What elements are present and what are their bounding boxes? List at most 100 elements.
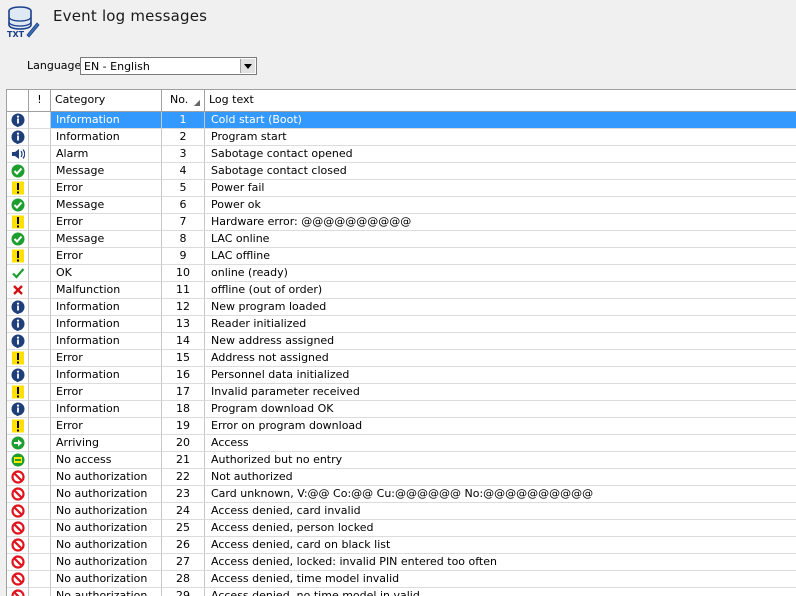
row-flag-cell [29, 299, 51, 316]
row-icon-cell [7, 418, 29, 435]
table-row[interactable]: No authorization 28 Access denied, time mo… [7, 571, 796, 588]
table-row[interactable]: Information 2 Program start [7, 129, 796, 146]
row-icon-cell [7, 282, 29, 299]
row-category: No authorization [51, 520, 162, 537]
row-icon-cell [7, 486, 29, 503]
row-icon-cell [7, 316, 29, 333]
row-flag-cell [29, 197, 51, 214]
row-icon-cell [7, 112, 29, 129]
prohibited-icon [11, 572, 25, 586]
table-row[interactable]: Message 6 Power ok [7, 197, 796, 214]
row-flag-cell [29, 588, 51, 596]
row-number: 17 [162, 384, 205, 401]
table-row[interactable]: No authorization 24 Access denied, card in… [7, 503, 796, 520]
table-row[interactable]: Message 8 LAC online [7, 231, 796, 248]
row-flag-cell [29, 384, 51, 401]
column-header-no[interactable]: No. ◢ [162, 90, 205, 111]
column-header-icon[interactable] [7, 90, 29, 111]
table-row[interactable]: No authorization 27 Access denied, locked:… [7, 554, 796, 571]
table-row[interactable]: Error 7 Hardware error: @@@@@@@@@@ [7, 214, 796, 231]
row-category: Malfunction [51, 282, 162, 299]
table-row[interactable]: Information 14 New address assigned [7, 333, 796, 350]
row-flag-cell [29, 435, 51, 452]
row-flag-cell [29, 214, 51, 231]
row-category: Information [51, 316, 162, 333]
svg-text:TXT: TXT [7, 30, 25, 38]
row-icon-cell [7, 503, 29, 520]
table-row[interactable]: No authorization 25 Access denied, person … [7, 520, 796, 537]
row-log-text: Sabotage contact closed [205, 163, 796, 180]
info-icon [11, 402, 25, 416]
table-row[interactable]: Information 12 New program loaded [7, 299, 796, 316]
column-header-category[interactable]: Category [51, 90, 162, 111]
info-icon [11, 334, 25, 348]
row-number: 18 [162, 401, 205, 418]
table-row[interactable]: Alarm 3 Sabotage contact opened [7, 146, 796, 163]
column-header-flag[interactable]: ! [29, 90, 51, 111]
table-row[interactable]: OK 10 online (ready) [7, 265, 796, 282]
row-flag-cell [29, 469, 51, 486]
row-icon-cell [7, 299, 29, 316]
table-row[interactable]: Error 9 LAC offline [7, 248, 796, 265]
row-flag-cell [29, 180, 51, 197]
row-log-text: Program start [205, 129, 796, 146]
row-category: No authorization [51, 486, 162, 503]
row-icon-cell [7, 265, 29, 282]
row-number: 11 [162, 282, 205, 299]
info-icon [11, 130, 25, 144]
check-circle-icon [11, 232, 25, 246]
row-number: 12 [162, 299, 205, 316]
check-circle-icon [11, 164, 25, 178]
prohibited-icon [11, 470, 25, 484]
table-row[interactable]: Information 16 Personnel data initialized [7, 367, 796, 384]
event-log-table: ! Category No. ◢ Log text Information 1 Co… [6, 89, 796, 596]
arrow-right-icon [11, 436, 25, 450]
row-number: 27 [162, 554, 205, 571]
table-row[interactable]: No authorization 26 Access denied, card on… [7, 537, 796, 554]
row-number: 14 [162, 333, 205, 350]
row-flag-cell [29, 537, 51, 554]
warning-icon [12, 419, 24, 433]
table-row[interactable]: Error 19 Error on program download [7, 418, 796, 435]
column-header-log-text[interactable]: Log text [205, 90, 796, 111]
row-category: No authorization [51, 554, 162, 571]
row-flag-cell [29, 367, 51, 384]
row-number: 10 [162, 265, 205, 282]
row-log-text: Address not assigned [205, 350, 796, 367]
table-row[interactable]: No authorization 23 Card unknown, V:@@ Co:… [7, 486, 796, 503]
cross-icon [13, 285, 23, 295]
table-row[interactable]: Error 15 Address not assigned [7, 350, 796, 367]
table-row[interactable]: Information 13 Reader initialized [7, 316, 796, 333]
row-category: Message [51, 231, 162, 248]
table-row[interactable]: Information 1 Cold start (Boot) [7, 112, 796, 129]
row-category: Message [51, 197, 162, 214]
table-row[interactable]: Message 4 Sabotage contact closed [7, 163, 796, 180]
row-log-text: Hardware error: @@@@@@@@@@ [205, 214, 796, 231]
table-row[interactable]: Error 17 Invalid parameter received [7, 384, 796, 401]
row-flag-cell [29, 282, 51, 299]
language-select[interactable]: EN - English [80, 57, 257, 75]
table-row[interactable]: No authorization 29 Access denied, no time… [7, 588, 796, 596]
row-category: No authorization [51, 537, 162, 554]
row-number: 20 [162, 435, 205, 452]
row-log-text: Power fail [205, 180, 796, 197]
row-category: No authorization [51, 588, 162, 596]
row-log-text: offline (out of order) [205, 282, 796, 299]
language-label: Language [27, 59, 82, 72]
chevron-down-icon[interactable] [240, 59, 255, 73]
row-icon-cell [7, 520, 29, 537]
row-flag-cell [29, 231, 51, 248]
table-row[interactable]: Arriving 20 Access [7, 435, 796, 452]
table-row[interactable]: Information 18 Program download OK [7, 401, 796, 418]
row-icon-cell [7, 180, 29, 197]
table-row[interactable]: No access 21 Authorized but no entry [7, 452, 796, 469]
row-log-text: Access denied, person locked [205, 520, 796, 537]
row-icon-cell [7, 401, 29, 418]
row-log-text: online (ready) [205, 265, 796, 282]
table-row[interactable]: Malfunction 11 offline (out of order) [7, 282, 796, 299]
table-row[interactable]: No authorization 22 Not authorized [7, 469, 796, 486]
table-row[interactable]: Error 5 Power fail [7, 180, 796, 197]
row-flag-cell [29, 452, 51, 469]
row-category: Information [51, 299, 162, 316]
row-category: Error [51, 384, 162, 401]
